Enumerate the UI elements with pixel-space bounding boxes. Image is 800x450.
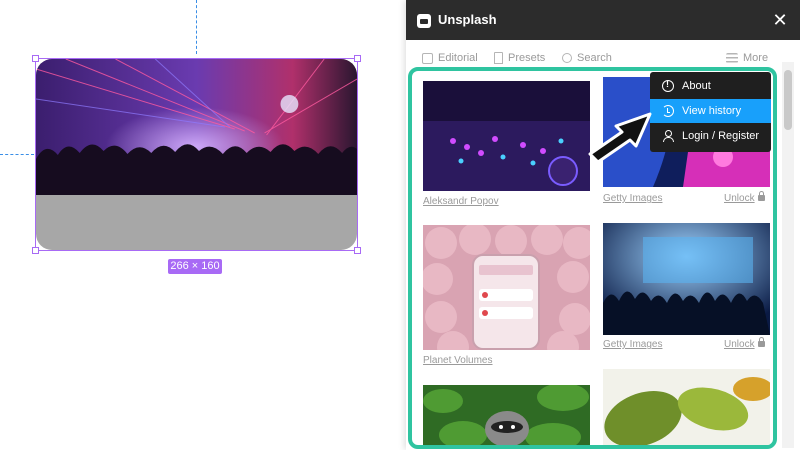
- menu-item-view-history[interactable]: View history: [650, 99, 771, 123]
- tab-presets[interactable]: Presets: [494, 50, 545, 66]
- menu-item-label: About: [682, 80, 711, 92]
- resize-handle-top-right[interactable]: [354, 55, 361, 62]
- unsplash-logo-icon: [417, 14, 431, 28]
- user-icon: [662, 130, 674, 142]
- image-icon: [422, 52, 433, 64]
- image-tile[interactable]: [423, 81, 590, 191]
- resize-handle-bottom-right[interactable]: [354, 247, 361, 254]
- selected-frame[interactable]: [32, 55, 361, 254]
- bookmark-icon: [494, 52, 503, 64]
- lock-icon: [757, 191, 765, 202]
- menu-item-about[interactable]: About: [650, 74, 771, 98]
- more-label: More: [743, 52, 769, 64]
- unsplash-plugin-window: Unsplash ✕ Editorial Presets Search More: [406, 0, 800, 450]
- image-tile[interactable]: [423, 385, 590, 445]
- figma-workspace: 266 × 160 Unsplash ✕ Editorial Presets S…: [0, 0, 800, 450]
- image-tile[interactable]: [603, 369, 770, 445]
- tab-search[interactable]: Search: [562, 50, 612, 66]
- resize-handle-bottom-left[interactable]: [32, 247, 39, 254]
- info-icon: [662, 79, 674, 92]
- more-menu-button[interactable]: More: [726, 50, 768, 66]
- concert-image: [36, 59, 357, 195]
- concert-crowd-image: [603, 223, 770, 335]
- photo-credit-link[interactable]: Getty Images: [603, 339, 662, 350]
- resize-handle-top-left[interactable]: [32, 55, 39, 62]
- menu-item-label: Login / Register: [682, 130, 760, 142]
- lock-icon: [757, 337, 765, 348]
- photo-credit-link[interactable]: Getty Images: [603, 193, 662, 204]
- menu-icon: [726, 53, 738, 63]
- plugin-titlebar: Unsplash ✕: [406, 0, 800, 40]
- image-fill: [36, 59, 357, 250]
- dj-mixer-image: [423, 81, 590, 191]
- tab-search-label: Search: [577, 52, 612, 64]
- close-icon[interactable]: ✕: [770, 10, 790, 30]
- raccoon-image: [423, 385, 590, 445]
- pink-phone-image: [423, 225, 590, 350]
- unlock-label: Unlock: [724, 339, 755, 350]
- history-icon: [662, 105, 674, 117]
- scrollbar-thumb[interactable]: [784, 70, 792, 130]
- menu-item-label: View history: [682, 105, 742, 117]
- search-icon: [562, 53, 572, 63]
- image-tile[interactable]: [603, 223, 770, 335]
- leaves-image: [603, 369, 770, 445]
- unlock-label: Unlock: [724, 193, 755, 204]
- menu-item-login-register[interactable]: Login / Register: [650, 124, 771, 148]
- smart-guide-vertical: [196, 0, 197, 54]
- pointer-arrow-icon: [588, 112, 652, 164]
- scrollbar[interactable]: [782, 62, 794, 448]
- plugin-title: Unsplash: [438, 12, 497, 27]
- tab-editorial-label: Editorial: [438, 52, 478, 64]
- image-tile[interactable]: [423, 225, 590, 350]
- more-dropdown-menu: About View history Login / Register: [650, 72, 771, 152]
- smart-guide-horizontal: [0, 154, 34, 155]
- unlock-link[interactable]: Unlock: [724, 191, 765, 204]
- selection-size-badge: 266 × 160: [168, 259, 222, 274]
- photo-credit-link[interactable]: Planet Volumes: [423, 355, 493, 366]
- tab-editorial[interactable]: Editorial: [422, 50, 478, 66]
- photo-credit-link[interactable]: Aleksandr Popov: [423, 196, 499, 207]
- unlock-link[interactable]: Unlock: [724, 337, 765, 350]
- tab-presets-label: Presets: [508, 52, 546, 64]
